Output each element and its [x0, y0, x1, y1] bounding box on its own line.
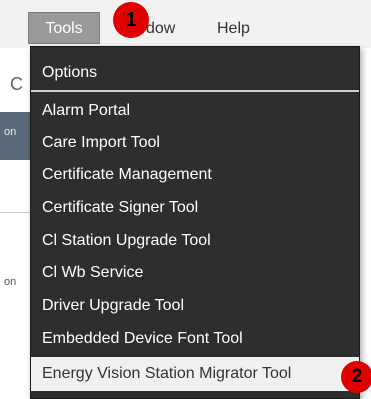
menu-item-embedded-device-font-tool[interactable]: Embedded Device Font Tool [31, 323, 359, 355]
background-text-1: on [4, 126, 17, 138]
menu-window[interactable]: dow [146, 16, 175, 42]
menu-separator [31, 90, 359, 92]
menu-help[interactable]: Help [217, 16, 250, 42]
step-badge-1: 1 [113, 2, 149, 38]
step-badge-2: 2 [341, 361, 371, 393]
menu-item-options[interactable]: Options [31, 57, 359, 89]
background-divider [0, 212, 30, 213]
menu-item-alarm-portal[interactable]: Alarm Portal [31, 95, 359, 127]
menu-item-cl-station-upgrade-tool[interactable]: Cl Station Upgrade Tool [31, 225, 359, 257]
background-text-2: on [4, 276, 17, 288]
tools-dropdown-menu: Options Alarm Portal Care Import Tool Ce… [30, 46, 360, 399]
menu-item-energy-vision-station-migrator-tool[interactable]: Energy Vision Station Migrator Tool [31, 357, 359, 391]
menu-item-driver-upgrade-tool[interactable]: Driver Upgrade Tool [31, 290, 359, 322]
menu-item-cl-wb-service[interactable]: Cl Wb Service [31, 257, 359, 289]
menu-tools[interactable]: Tools [28, 12, 100, 44]
menu-bar: Tools dow Help [0, 0, 371, 48]
menu-item-certificate-management[interactable]: Certificate Management [31, 159, 359, 191]
background-refresh-glyph: C [10, 74, 23, 94]
menu-item-care-import-tool[interactable]: Care Import Tool [31, 127, 359, 159]
menu-item-certificate-signer-tool[interactable]: Certificate Signer Tool [31, 192, 359, 224]
